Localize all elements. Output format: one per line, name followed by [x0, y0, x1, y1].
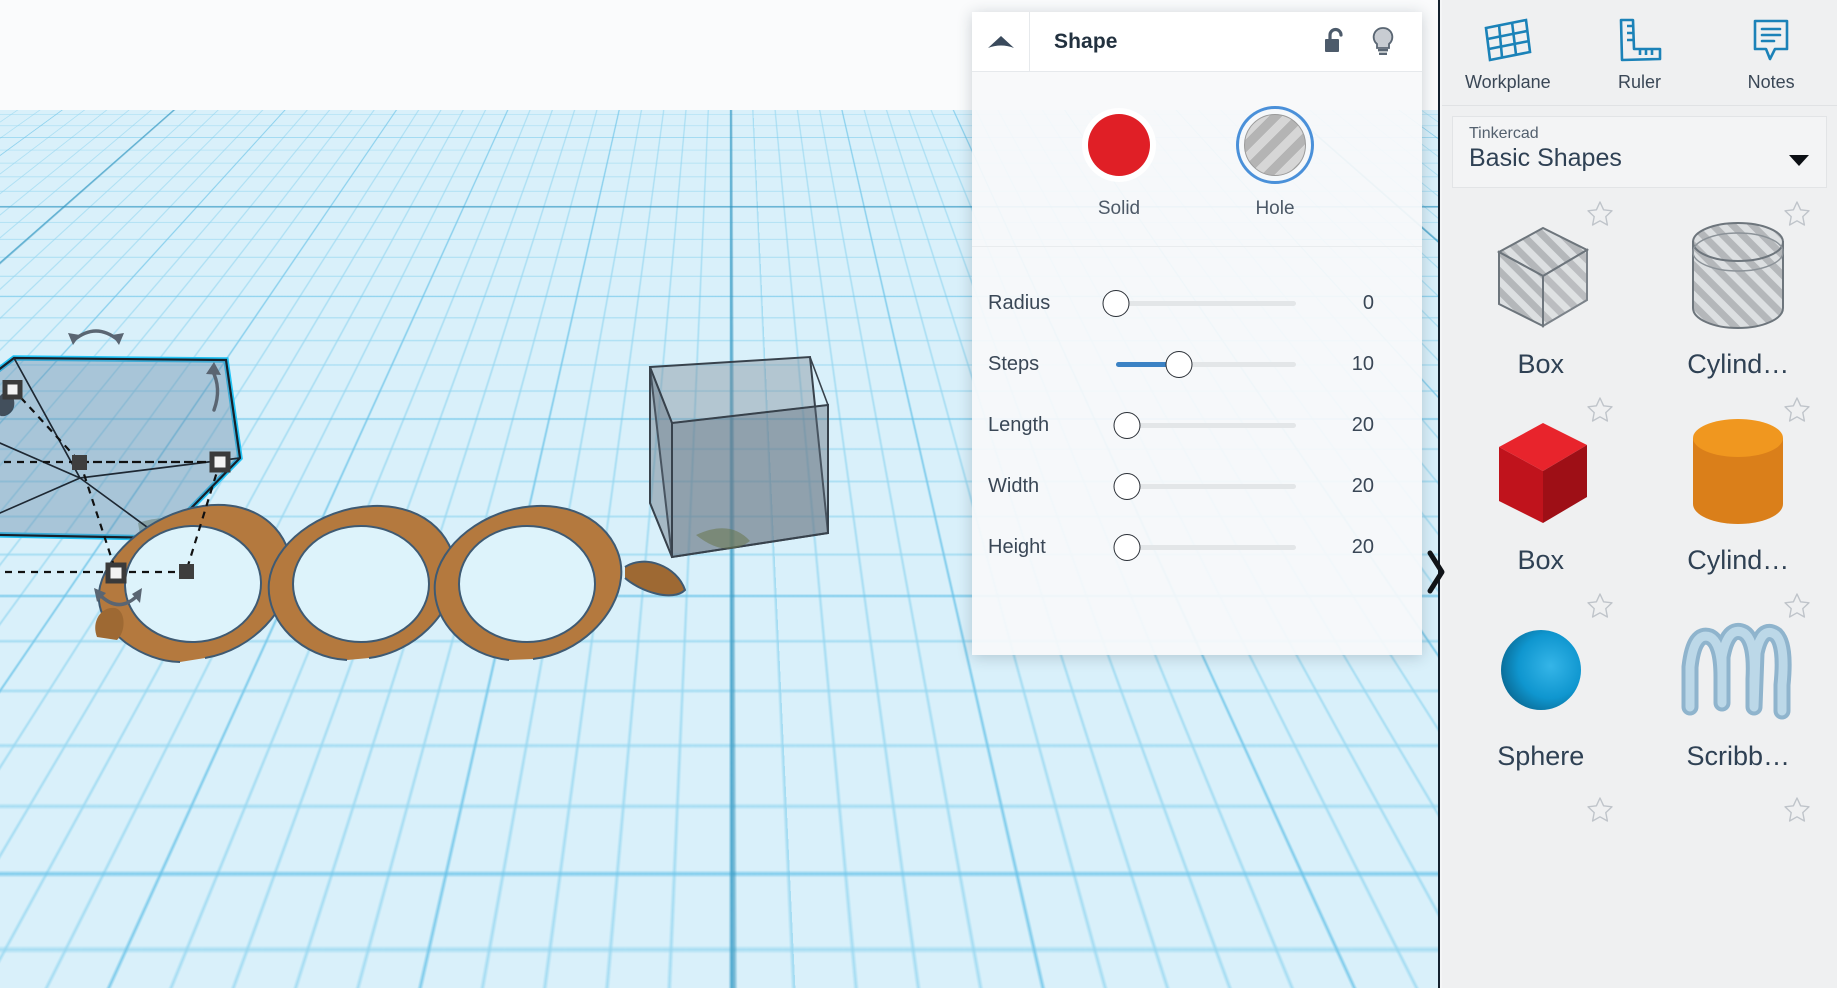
shape-library-grid-area[interactable]: Box Cylind… Box Cylind… Sphere Scribb… [1442, 188, 1837, 988]
slider-label-radius: Radius [988, 292, 1116, 315]
hole-pattern-swatch[interactable] [1244, 114, 1306, 176]
slider-track-length[interactable] [1116, 413, 1296, 439]
slider-track-radius[interactable] [1116, 291, 1296, 317]
shape-library-dropdown[interactable]: Tinkercad Basic Shapes [1452, 116, 1827, 188]
star-outline-icon[interactable] [1586, 592, 1614, 625]
shape-item-cylinder-hole[interactable]: Cylind… [1640, 192, 1837, 388]
inspector-header: Shape [972, 12, 1422, 72]
star-outline-icon[interactable] [1783, 200, 1811, 233]
shape-grid-next-row [1442, 780, 1837, 820]
rotate-handle-side[interactable] [196, 360, 230, 416]
star-outline-icon[interactable] [1783, 796, 1811, 829]
slider-label-length: Length [988, 414, 1116, 437]
solid-label: Solid [1098, 198, 1140, 220]
chevron-down-icon [1788, 153, 1810, 172]
slider-track-height[interactable] [1116, 535, 1296, 561]
star-outline-icon[interactable] [1783, 396, 1811, 429]
ruler-icon [1613, 12, 1665, 68]
solid-color-swatch[interactable] [1088, 114, 1150, 176]
mode-option-solid[interactable]: Solid [1080, 106, 1158, 220]
resize-handle-center[interactable] [72, 455, 87, 470]
shape-item-sphere[interactable]: Sphere [1442, 584, 1640, 780]
shape-label-box-hole: Box [1517, 349, 1564, 388]
hole-label: Hole [1255, 198, 1294, 220]
solid-swatch-ring [1080, 106, 1158, 184]
slider-label-width: Width [988, 475, 1116, 498]
resize-handle-bottom[interactable] [108, 565, 124, 581]
lightbulb-icon[interactable] [1370, 26, 1396, 58]
slider-knob-width[interactable] [1113, 473, 1140, 500]
mode-option-hole[interactable]: Hole [1236, 106, 1314, 220]
slider-row-radius[interactable]: Radius 0 [972, 273, 1422, 334]
star-outline-icon[interactable] [1783, 592, 1811, 625]
slider-track-width[interactable] [1116, 474, 1296, 500]
tool-notes[interactable]: Notes [1716, 12, 1826, 93]
chevron-right-icon [1425, 549, 1447, 595]
slider-value-height: 20 [1296, 536, 1422, 559]
resize-handle-top[interactable] [5, 382, 20, 397]
workplane-grid-icon [1482, 12, 1534, 68]
shape-item-box-red[interactable]: Box [1442, 388, 1640, 584]
sidebar-toolbar: Workplane Ruler Notes [1442, 0, 1837, 106]
slider-row-height[interactable]: Height 20 [972, 517, 1422, 578]
star-outline-icon[interactable] [1586, 396, 1614, 429]
slider-knob-length[interactable] [1113, 412, 1140, 439]
shape-label-box-red: Box [1517, 545, 1564, 584]
shape-label-sphere: Sphere [1497, 741, 1584, 780]
rotate-handle-bottom[interactable] [90, 585, 146, 619]
tool-label-workplane: Workplane [1465, 72, 1551, 93]
shape-label-cylinder-orange: Cylind… [1687, 545, 1789, 584]
inspector-title: Shape [1030, 30, 1322, 54]
solid-hole-selector[interactable]: Solid Hole [972, 72, 1422, 247]
note-callout-icon [1747, 12, 1795, 68]
shape-item-partial-right[interactable] [1640, 780, 1837, 820]
torus-link-2[interactable] [269, 506, 456, 660]
tool-label-notes: Notes [1748, 72, 1795, 93]
slider-value-width: 20 [1296, 475, 1422, 498]
resize-handle-right[interactable] [212, 454, 228, 470]
slider-row-steps[interactable]: Steps 10 [972, 334, 1422, 395]
shape-parameter-sliders: Radius 0 Steps 10 Length 20 Width 20 Hei… [972, 247, 1422, 578]
shape-item-box-hole[interactable]: Box [1442, 192, 1640, 388]
slider-row-length[interactable]: Length 20 [972, 395, 1422, 456]
shape-label-cylinder-hole: Cylind… [1687, 349, 1789, 388]
torus-link-3[interactable] [435, 506, 622, 660]
expand-panel-chevron[interactable] [1418, 540, 1454, 604]
collapse-panel-button[interactable] [972, 12, 1030, 71]
slider-knob-height[interactable] [1113, 534, 1140, 561]
slider-row-width[interactable]: Width 20 [972, 456, 1422, 517]
shape-item-partial-left[interactable] [1442, 780, 1640, 820]
library-name-label: Basic Shapes [1469, 144, 1810, 173]
right-sidebar[interactable]: Workplane Ruler Notes Tinkercad Basic Sh… [1442, 0, 1837, 988]
tool-ruler[interactable]: Ruler [1584, 12, 1694, 93]
star-outline-icon[interactable] [1586, 796, 1614, 829]
tool-label-ruler: Ruler [1618, 72, 1661, 93]
slider-label-steps: Steps [988, 353, 1116, 376]
slider-knob-steps[interactable] [1166, 351, 1193, 378]
unlocked-padlock-icon[interactable] [1322, 27, 1348, 57]
shape-item-scribble[interactable]: Scribb… [1640, 584, 1837, 780]
resize-handle-bottom-right[interactable] [179, 564, 194, 579]
library-vendor-label: Tinkercad [1469, 125, 1810, 143]
slider-label-height: Height [988, 536, 1116, 559]
shape-item-cylinder-orange[interactable]: Cylind… [1640, 388, 1837, 584]
shape-label-scribble: Scribb… [1686, 741, 1790, 780]
slider-value-steps: 10 [1296, 353, 1422, 376]
tool-workplane[interactable]: Workplane [1453, 12, 1563, 93]
slider-value-radius: 0 [1296, 292, 1422, 315]
shape-inspector-panel[interactable]: Shape Solid Hole Radius 0 Steps 10 Lengt… [972, 12, 1422, 655]
rotate-handle-top[interactable] [62, 320, 132, 354]
slider-knob-radius[interactable] [1103, 290, 1130, 317]
slider-value-length: 20 [1296, 414, 1422, 437]
triangle-up-icon [986, 34, 1016, 50]
shape-library-grid: Box Cylind… Box Cylind… Sphere Scribb… [1442, 192, 1837, 780]
workspace-right-edge [1438, 0, 1440, 988]
slider-track-steps[interactable] [1116, 352, 1296, 378]
star-outline-icon[interactable] [1586, 200, 1614, 233]
hole-swatch-ring [1236, 106, 1314, 184]
